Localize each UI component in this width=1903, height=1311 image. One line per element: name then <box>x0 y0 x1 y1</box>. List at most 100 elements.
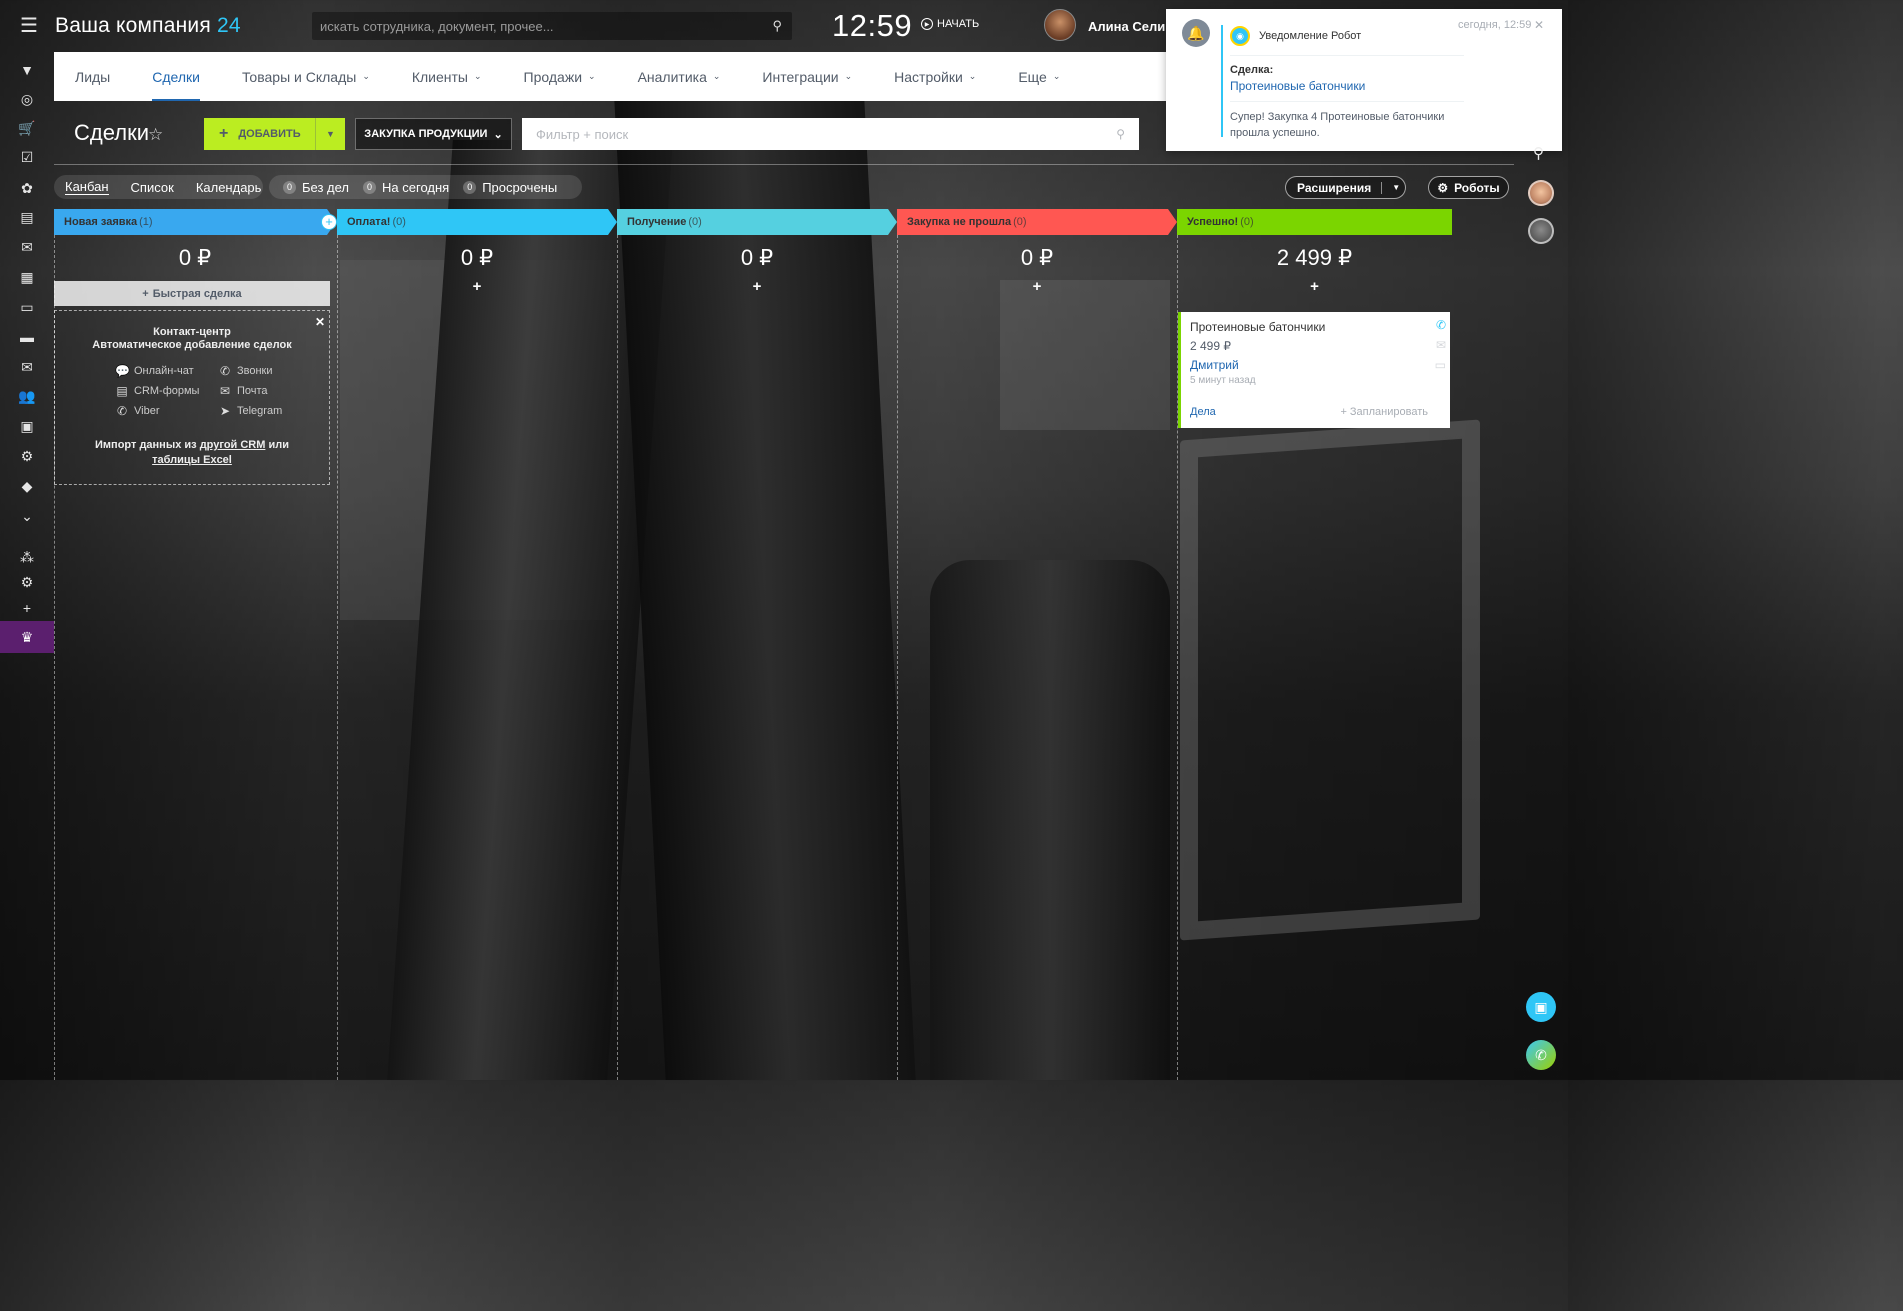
column-header[interactable]: Успешно! (0) <box>1177 209 1452 235</box>
avatar[interactable] <box>1528 218 1554 244</box>
open-lines-icon[interactable]: ▣ <box>1526 992 1556 1022</box>
phone-icon: ✆ <box>219 364 231 378</box>
user-name[interactable]: Алина Селив <box>1088 19 1173 34</box>
view-calendar[interactable]: Календарь <box>196 180 262 195</box>
calendar-icon[interactable]: ▦ <box>16 266 38 288</box>
search-icon[interactable]: ⚲ <box>1116 127 1125 141</box>
menu-item-more[interactable]: Еще ⌄ <box>997 52 1081 101</box>
channel-viber[interactable]: ✆ Viber <box>115 404 210 418</box>
close-icon[interactable]: ✕ <box>1534 18 1544 32</box>
counter-no-activities[interactable]: 0 Без дел <box>283 180 349 195</box>
menu-item-sales[interactable]: Продажи ⌄ <box>503 52 617 101</box>
import-excel-link[interactable]: таблицы Excel <box>152 454 232 466</box>
box-icon[interactable]: ◆ <box>16 475 38 497</box>
deal-title[interactable]: Протеиновые батончики <box>1190 320 1325 334</box>
sites-icon[interactable]: ✿ <box>16 177 38 199</box>
add-dropdown-toggle[interactable]: ▼ <box>315 118 345 150</box>
column-count: (1) <box>139 216 153 228</box>
menu-item-products[interactable]: Товары и Склады ⌄ <box>221 52 391 101</box>
telegram-icon: ➤ <box>219 404 231 418</box>
deal-card[interactable]: Протеиновые батончики 2 499 ₽ Дмитрий 5 … <box>1178 312 1450 428</box>
add-icon[interactable]: + <box>16 597 38 619</box>
channel-telegram[interactable]: ➤ Telegram <box>218 404 298 418</box>
notification-popup[interactable]: 🔔 ◉ Уведомление Робот сегодня, 12:59 ✕ С… <box>1166 9 1562 151</box>
hamburger-icon[interactable]: ☰ <box>18 14 40 37</box>
add-deal-plus-icon[interactable]: + <box>337 278 617 298</box>
channel-crm-forms[interactable]: ▤ CRM-формы <box>115 384 210 398</box>
menu-item-integrations[interactable]: Интеграции ⌄ <box>741 52 873 101</box>
column-header[interactable]: Закупка не прошла (0) <box>897 209 1177 235</box>
counter-today[interactable]: 0 На сегодня <box>363 180 449 195</box>
view-list[interactable]: Список <box>131 180 174 195</box>
contact-card-icon[interactable]: ▣ <box>16 415 38 437</box>
deal-activities-link[interactable]: Дела <box>1190 406 1216 418</box>
import-crm-link[interactable]: другой CRM <box>200 439 266 451</box>
import-text: Импорт данных из другой CRM или таблицы … <box>55 438 329 468</box>
tasks-icon[interactable]: ☑ <box>16 146 38 168</box>
structure-icon[interactable]: ⁂ <box>16 546 38 568</box>
notification-message: Супер! Закупка 4 Протеиновые батончики п… <box>1230 111 1445 139</box>
crown-icon[interactable]: ♛ <box>0 621 54 653</box>
target-icon[interactable]: ◎ <box>16 88 38 110</box>
cart-icon[interactable]: 🛒 <box>16 117 38 139</box>
menu-item-deals[interactable]: Сделки <box>131 52 221 101</box>
more-icon[interactable]: ⌄ <box>16 505 38 527</box>
star-icon[interactable]: ☆ <box>148 125 163 145</box>
counter-label: Просрочены <box>482 179 558 195</box>
avatar[interactable] <box>1528 180 1554 206</box>
funnel-icon[interactable]: ▼ <box>16 59 38 81</box>
company-name[interactable]: Ваша компания 24 <box>55 14 241 38</box>
channel-mail[interactable]: ✉ Почта <box>218 384 298 398</box>
chat-icon[interactable]: ▭ <box>1435 358 1446 372</box>
search-icon[interactable]: ⚲ <box>772 18 782 34</box>
menu-item-analytics[interactable]: Аналитика ⌄ <box>617 52 742 101</box>
channel-calls[interactable]: ✆ Звонки <box>218 364 298 378</box>
chevron-down-icon: ▼ <box>1392 183 1401 192</box>
group-icon[interactable]: 👥 <box>16 385 38 407</box>
chevron-down-icon: ⌄ <box>712 71 721 81</box>
mail-icon[interactable]: ✉ <box>1436 338 1446 352</box>
settings-icon[interactable]: ⚙ <box>16 571 38 593</box>
channel-label: Telegram <box>237 405 283 417</box>
viber-icon: ✆ <box>116 404 128 418</box>
add-deal-button[interactable]: + ДОБАВИТЬ ▼ <box>204 118 345 150</box>
funnel-selector[interactable]: ЗАКУПКА ПРОДУКЦИИ ⌄ <box>355 118 512 150</box>
filter-input[interactable] <box>522 118 1139 150</box>
user-avatar[interactable] <box>1044 9 1076 41</box>
add-deal-plus-icon[interactable]: + <box>617 278 897 298</box>
channel-online-chat[interactable]: 💬 Онлайн-чат <box>115 364 210 378</box>
close-icon[interactable]: ✕ <box>315 315 325 329</box>
column-header[interactable]: Оплата! (0) <box>337 209 617 235</box>
phone-icon[interactable]: ✆ <box>1526 1040 1556 1070</box>
notification-deal-link[interactable]: Протеиновые батончики <box>1230 79 1365 93</box>
quick-deal-button[interactable]: + Быстрая сделка <box>54 281 330 306</box>
counter-label: Без дел <box>302 179 350 195</box>
column-header[interactable]: Получение (0) <box>617 209 897 235</box>
menu-item-leads[interactable]: Лиды <box>54 52 131 101</box>
menu-item-label: Аналитика <box>637 68 707 85</box>
menu-item-clients[interactable]: Клиенты ⌄ <box>391 52 503 101</box>
deal-client[interactable]: Дмитрий <box>1190 358 1239 372</box>
add-button-main[interactable]: + ДОБАВИТЬ <box>204 125 315 143</box>
file-icon[interactable]: ▭ <box>16 296 38 318</box>
extensions-button[interactable]: Расширения ▼ <box>1285 176 1406 199</box>
robots-button[interactable]: ⚙ Роботы <box>1428 176 1509 199</box>
counter-overdue[interactable]: 0 Просрочены <box>463 180 557 195</box>
column-header[interactable]: Новая заявка (1) <box>54 209 336 235</box>
chat-icon[interactable]: ✉ <box>16 236 38 258</box>
view-switcher: Канбан Список Календарь <box>54 175 263 199</box>
search-input[interactable] <box>312 12 792 40</box>
drive-icon[interactable]: ▬ <box>16 326 38 348</box>
add-deal-plus-icon[interactable]: + <box>1177 278 1452 298</box>
phone-icon[interactable]: ✆ <box>1436 318 1446 332</box>
search-icon[interactable]: ⚲ <box>1533 144 1544 162</box>
deal-plan-link[interactable]: + Запланировать <box>1340 406 1428 418</box>
start-workday-button[interactable]: ▶ НАЧАТЬ <box>921 18 979 30</box>
mail-icon[interactable]: ✉ <box>16 356 38 378</box>
add-stage-button[interactable]: + <box>321 214 337 230</box>
menu-item-settings[interactable]: Настройки ⌄ <box>873 52 997 101</box>
documents-icon[interactable]: ▤ <box>16 206 38 228</box>
add-deal-plus-icon[interactable]: + <box>897 278 1177 298</box>
view-kanban[interactable]: Канбан <box>65 179 109 195</box>
robot-icon[interactable]: ⚙ <box>16 445 38 467</box>
